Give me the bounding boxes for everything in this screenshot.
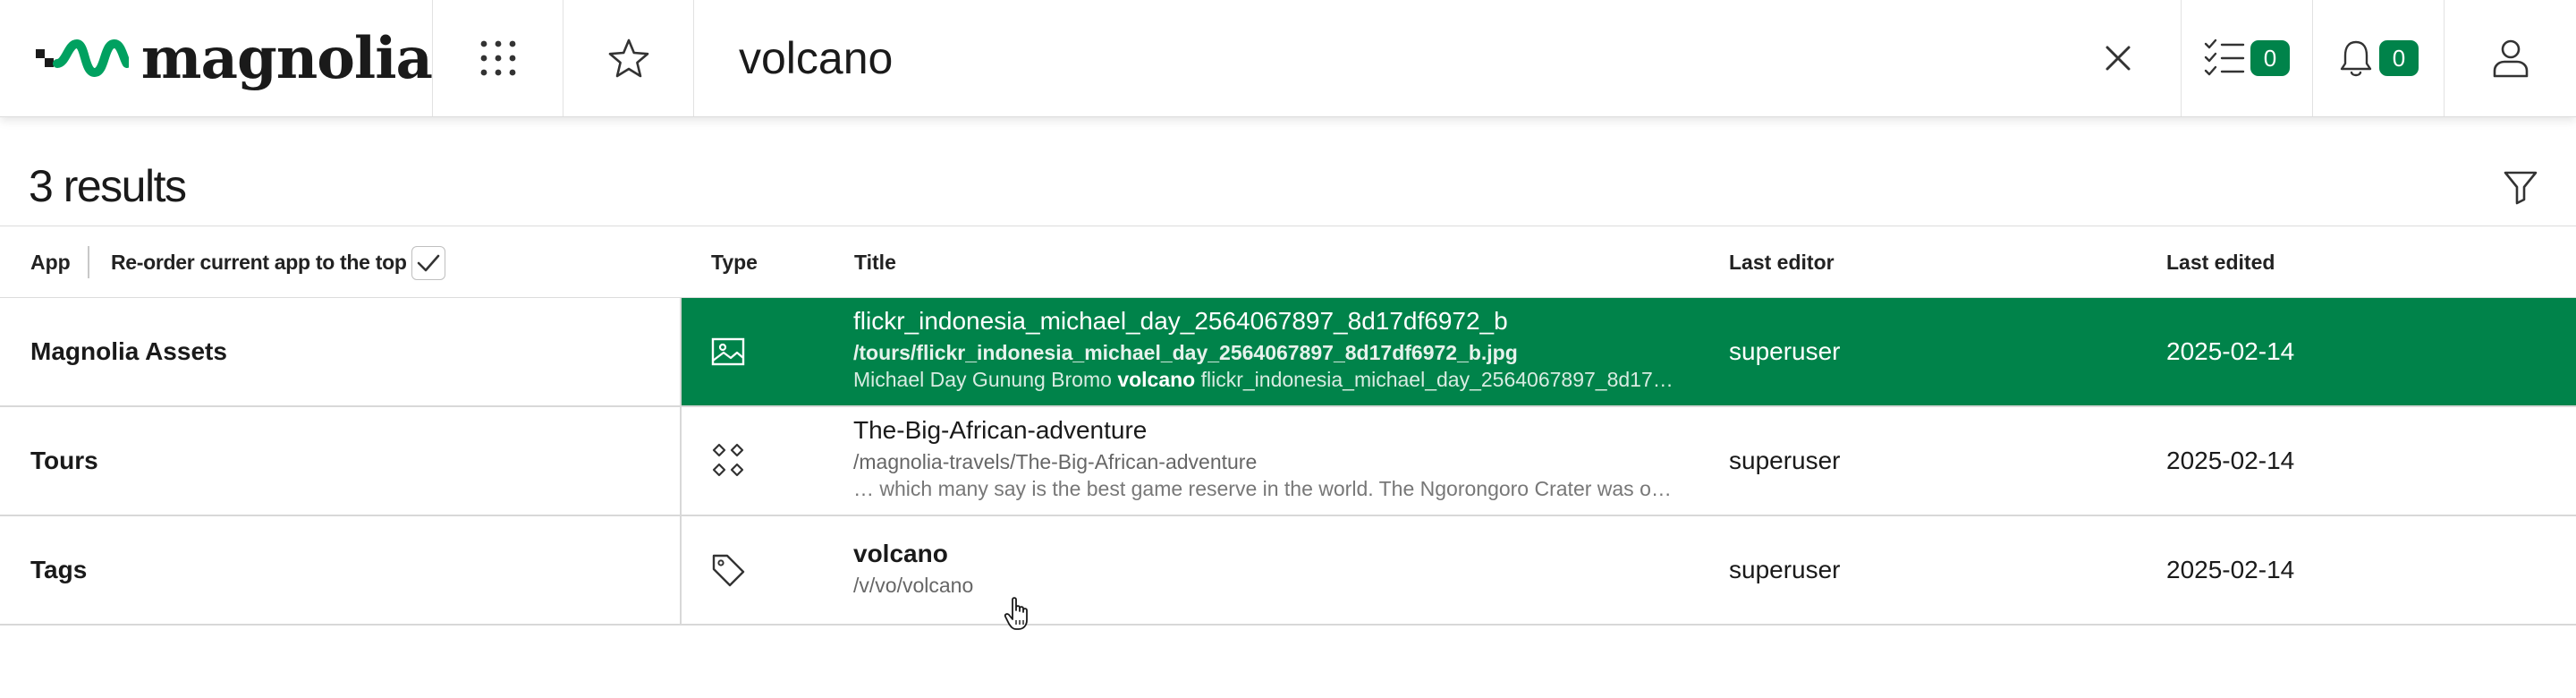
row-snippet: … which many say is the best game reserv… xyxy=(853,477,1676,500)
tasks-button[interactable]: 0 xyxy=(2182,0,2313,116)
row-path: /v/vo/volcano xyxy=(853,574,974,597)
star-icon xyxy=(608,38,648,78)
row-last-editor: superuser xyxy=(1729,337,1841,365)
close-icon xyxy=(2106,46,2131,71)
snippet-text: flickr_indonesia_michael_day_2564067897_… xyxy=(1195,368,1676,391)
row-app-name: Tours xyxy=(0,407,682,515)
tasks-count-badge: 0 xyxy=(2250,40,2290,76)
notifications-count-badge: 0 xyxy=(2379,40,2419,76)
apps-grid-icon xyxy=(480,40,515,76)
search-area xyxy=(694,0,2182,116)
column-header-last-edited[interactable]: Last edited xyxy=(2166,226,2275,298)
tag-icon xyxy=(712,554,745,587)
search-input[interactable] xyxy=(739,32,2080,84)
reorder-label: Re-order current app to the top xyxy=(111,250,407,274)
results-header: 3 results xyxy=(0,117,2576,226)
row-last-edited: 2025-02-14 xyxy=(2166,337,2295,365)
row-last-editor: superuser xyxy=(1729,447,1841,474)
row-last-edited: 2025-02-14 xyxy=(2166,556,2295,583)
image-icon xyxy=(711,337,745,366)
row-title-block: volcano /v/vo/volcano xyxy=(853,536,1676,599)
filter-button[interactable] xyxy=(2503,169,2538,205)
reorder-checkbox[interactable] xyxy=(411,246,445,280)
row-content[interactable]: flickr_indonesia_michael_day_2564067897_… xyxy=(682,298,2576,405)
row-snippet: Michael Day Gunung Bromo volcano flickr_… xyxy=(853,366,1676,393)
table-row[interactable]: Tours The-Big-African-adventure /magnoli… xyxy=(0,407,2576,516)
row-content[interactable]: The-Big-African-adventure /magnolia-trav… xyxy=(682,407,2576,515)
table-row[interactable]: Magnolia Assets flickr_indonesia_michael… xyxy=(0,298,2576,407)
tasks-checklist-icon xyxy=(2204,38,2245,76)
filter-icon xyxy=(2504,171,2538,205)
user-menu-button[interactable] xyxy=(2445,0,2576,116)
clear-search-button[interactable] xyxy=(2100,40,2136,76)
row-last-edited: 2025-02-14 xyxy=(2166,447,2295,474)
column-header-app[interactable]: App xyxy=(30,226,71,298)
row-last-editor: superuser xyxy=(1729,556,1841,583)
row-title: flickr_indonesia_michael_day_2564067897_… xyxy=(853,307,1508,335)
row-title-block: The-Big-African-adventure /magnolia-trav… xyxy=(853,413,1676,502)
row-app-name: Magnolia Assets xyxy=(0,298,682,405)
checkmark-icon xyxy=(417,254,440,272)
user-icon xyxy=(2493,39,2528,78)
column-header-title[interactable]: Title xyxy=(854,226,896,298)
notifications-button[interactable]: 0 xyxy=(2313,0,2445,116)
row-app-name: Tags xyxy=(0,516,682,624)
column-header-type[interactable]: Type xyxy=(711,226,758,298)
row-title-block: flickr_indonesia_michael_day_2564067897_… xyxy=(853,303,1676,393)
header-divider xyxy=(88,246,89,278)
favorites-button[interactable] xyxy=(564,0,694,116)
column-header-last-editor[interactable]: Last editor xyxy=(1729,226,1835,298)
logo-wordmark: magnolia xyxy=(140,24,433,92)
row-content[interactable]: volcano /v/vo/volcano superuser 2025-02-… xyxy=(682,516,2576,624)
table-row[interactable]: Tags volcano /v/vo/volcano superuser 202… xyxy=(0,516,2576,626)
row-title: volcano xyxy=(853,540,948,567)
top-bar: magnolia 0 xyxy=(0,0,2576,117)
content-icon xyxy=(712,443,744,477)
snippet-highlight: volcano xyxy=(1117,368,1196,391)
table-header: App Re-order current app to the top Type… xyxy=(0,226,2576,298)
logo[interactable]: magnolia xyxy=(0,0,433,116)
row-title: The-Big-African-adventure xyxy=(853,416,1148,444)
apps-button[interactable] xyxy=(433,0,564,116)
row-path: /tours/flickr_indonesia_michael_day_2564… xyxy=(853,341,1518,364)
row-path: /magnolia-travels/The-Big-African-advent… xyxy=(853,450,1258,473)
magnolia-logo-icon xyxy=(36,39,129,77)
results-count: 3 results xyxy=(29,161,187,211)
bell-icon xyxy=(2340,40,2372,77)
hand-cursor-icon xyxy=(1004,597,1028,630)
snippet-text: Michael Day Gunung Bromo xyxy=(853,368,1118,391)
